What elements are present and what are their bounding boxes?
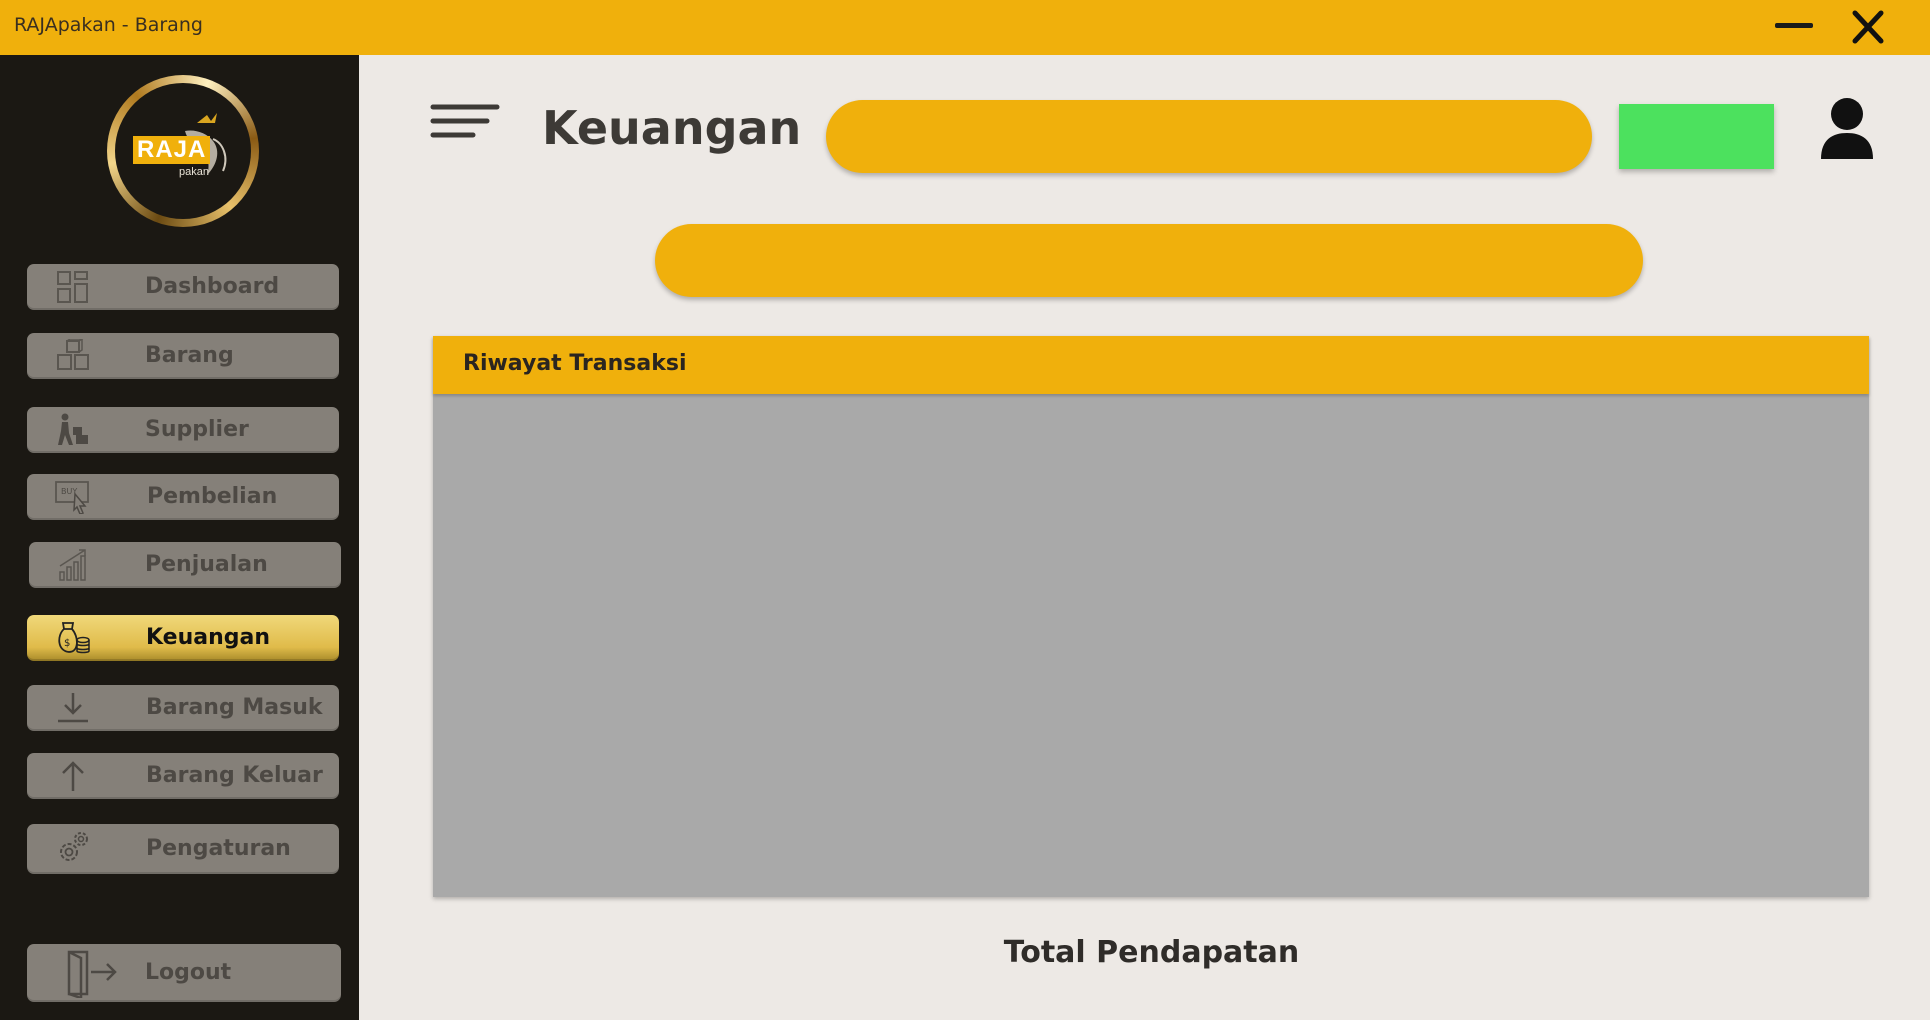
arrow-up-icon xyxy=(62,761,84,791)
user-icon[interactable] xyxy=(1817,97,1877,161)
sidebar-item-dashboard[interactable]: Dashboard xyxy=(27,264,339,310)
logo-sub-text: pakan xyxy=(179,166,209,178)
sidebar-item-label: Barang Masuk xyxy=(146,695,323,720)
action-button[interactable] xyxy=(1619,104,1774,169)
boxes-icon xyxy=(57,339,89,370)
table-title: Riwayat Transaksi xyxy=(463,351,687,376)
sidebar-item-label: Pembelian xyxy=(147,484,278,509)
sidebar-item-supplier[interactable]: Supplier xyxy=(27,407,339,453)
download-icon xyxy=(58,693,88,723)
sidebar-item-label: Dashboard xyxy=(145,274,280,299)
brand-logo: RAJA pakan xyxy=(107,75,259,227)
window-title: RAJApakan - Barang xyxy=(14,14,203,36)
minimize-button[interactable] xyxy=(1768,12,1818,42)
sidebar-item-barang-masuk[interactable]: Barang Masuk xyxy=(27,685,339,731)
gear-icon xyxy=(60,832,88,861)
sidebar-item-label: Barang Keluar xyxy=(146,763,323,788)
sidebar-item-label: Barang xyxy=(145,343,234,368)
sidebar: RAJA pakan Dashboard Barang Supplier BUY… xyxy=(0,55,359,1020)
sidebar-item-label: Supplier xyxy=(145,417,249,442)
sidebar-item-label: Penjualan xyxy=(145,552,268,577)
logo-brand-text: RAJA xyxy=(133,136,211,164)
transaction-table: Riwayat Transaksi xyxy=(433,336,1869,897)
buy-icon: BUY xyxy=(55,481,89,514)
close-button[interactable] xyxy=(1845,7,1891,49)
supplier-icon xyxy=(58,413,88,445)
main-content: Keuangan Riwayat Transaksi Total Pendapa… xyxy=(359,55,1930,1020)
total-income-label: Total Pendapatan xyxy=(1003,935,1300,970)
logout-icon xyxy=(67,950,117,998)
sidebar-item-keuangan[interactable]: $ Keuangan xyxy=(27,615,339,661)
filter-bar[interactable] xyxy=(655,224,1643,297)
sidebar-item-pengaturan[interactable]: Pengaturan xyxy=(27,824,339,874)
sidebar-item-label: Pengaturan xyxy=(146,836,291,861)
sidebar-item-barang[interactable]: Barang xyxy=(27,333,339,379)
close-icon xyxy=(1852,10,1884,44)
search-input[interactable] xyxy=(826,100,1592,173)
table-header: Riwayat Transaksi xyxy=(433,336,1869,394)
sales-chart-icon xyxy=(59,549,86,581)
menu-icon[interactable] xyxy=(429,101,501,151)
svg-text:$: $ xyxy=(64,638,70,649)
sidebar-item-penjualan[interactable]: Penjualan xyxy=(29,542,341,588)
money-bag-icon: $ xyxy=(58,622,90,654)
sidebar-item-barang-keluar[interactable]: Barang Keluar xyxy=(27,753,339,799)
title-bar: RAJApakan - Barang xyxy=(0,0,1930,55)
sidebar-item-label: Keuangan xyxy=(146,625,271,650)
sidebar-item-pembelian[interactable]: BUY Pembelian xyxy=(27,474,339,520)
dashboard-icon xyxy=(57,271,88,303)
logout-button[interactable]: Logout xyxy=(27,944,341,1002)
page-title: Keuangan xyxy=(542,101,802,155)
logout-label: Logout xyxy=(145,960,232,985)
